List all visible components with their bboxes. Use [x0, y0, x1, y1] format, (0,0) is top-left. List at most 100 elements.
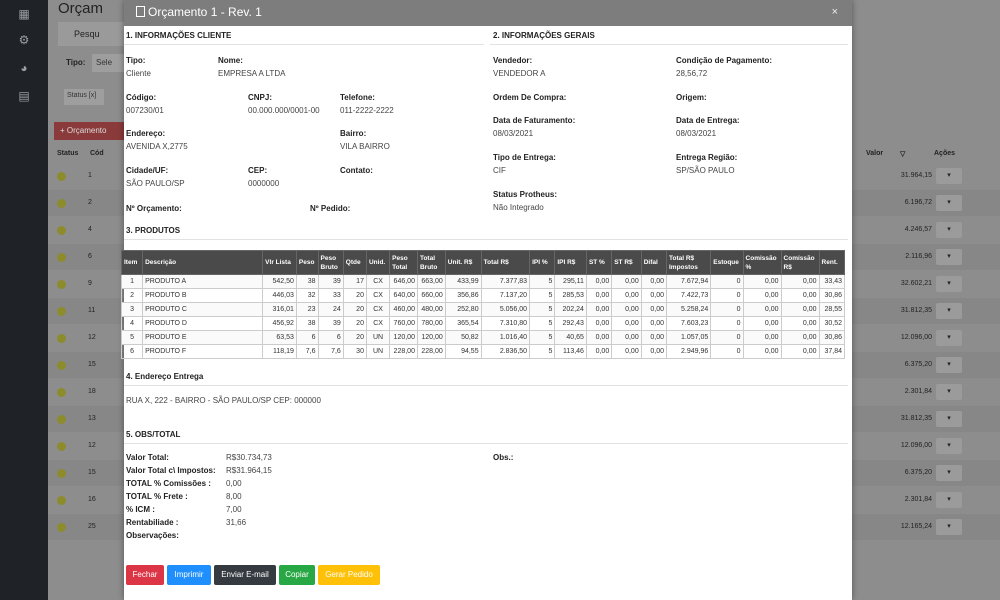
- actions-dropdown-icon[interactable]: ▾: [936, 384, 962, 400]
- gears-icon[interactable]: ⚙: [16, 32, 32, 48]
- table-cell: 5: [120, 330, 144, 345]
- table-cell: 446,03: [262, 288, 297, 303]
- endereco-entrega-value: RUA X, 222 - BAIRRO - SÃO PAULO/SP CEP: …: [126, 396, 321, 405]
- table-cell: 20: [342, 288, 367, 303]
- valor-impostos-label: Valor Total c\ Impostos:: [126, 466, 216, 475]
- actions-dropdown-icon[interactable]: ▾: [936, 168, 962, 184]
- imprimir-button[interactable]: Imprimir: [167, 565, 211, 585]
- frete-value: 8,00: [226, 492, 242, 501]
- table-cell: PRODUTO E: [142, 330, 264, 345]
- table-cell: 2.949,96: [665, 344, 712, 359]
- table-cell: 5: [529, 316, 556, 331]
- actions-dropdown-icon[interactable]: ▾: [936, 357, 962, 373]
- table-cell: 39: [317, 274, 344, 289]
- col-acoes: Ações: [934, 150, 956, 157]
- table-cell: 6: [295, 330, 319, 345]
- tipo-entrega-label: Tipo de Entrega:: [493, 153, 556, 162]
- cnpj-label: CNPJ:: [248, 93, 273, 102]
- actions-dropdown-icon[interactable]: ▾: [936, 195, 962, 211]
- table-cell: 640,00: [389, 288, 418, 303]
- actions-dropdown-icon[interactable]: ▾: [936, 492, 962, 508]
- row-code: 12: [88, 442, 96, 449]
- status-dot: [57, 415, 66, 424]
- actions-dropdown-icon[interactable]: ▾: [936, 438, 962, 454]
- table-cell: 5: [529, 330, 556, 345]
- actions-dropdown-icon[interactable]: ▾: [936, 330, 962, 346]
- column-header: Descrição: [142, 250, 264, 275]
- search-tab[interactable]: Pesqu: [58, 22, 124, 46]
- divider: [124, 44, 484, 45]
- filter-icon[interactable]: ▽: [900, 150, 905, 158]
- table-cell: 7.310,80: [480, 316, 531, 331]
- tipo-select[interactable]: Sele: [92, 54, 124, 72]
- frete-label: TOTAL % Frete :: [126, 492, 188, 501]
- pie-chart-icon[interactable]: ◕: [16, 60, 32, 76]
- table-cell: 17: [342, 274, 367, 289]
- table-cell: 118,19: [262, 344, 297, 359]
- row-code: 25: [88, 523, 96, 530]
- status-chip[interactable]: Status [x]: [64, 89, 104, 105]
- cidade-value: SÃO PAULO/SP: [126, 179, 185, 188]
- table-cell: 0,00: [742, 274, 782, 289]
- table-cell: 460,00: [389, 302, 418, 317]
- new-orcamento-button[interactable]: + Orçamento: [54, 122, 124, 140]
- row-value: 12.096,00: [900, 334, 932, 341]
- close-icon[interactable]: ×: [832, 6, 838, 18]
- row-code: 12: [88, 334, 96, 341]
- table-cell: 0,00: [585, 288, 613, 303]
- column-header: Difal: [640, 250, 668, 275]
- comissoes-label: TOTAL % Comissões :: [126, 479, 211, 488]
- status-dot: [57, 253, 66, 262]
- table-cell: 760,00: [389, 316, 418, 331]
- actions-dropdown-icon[interactable]: ▾: [936, 411, 962, 427]
- clipboard-icon[interactable]: ▤: [16, 88, 32, 104]
- divider: [124, 443, 848, 444]
- enviar-email-button[interactable]: Enviar E-mail: [214, 565, 276, 585]
- row-code: 13: [88, 415, 96, 422]
- table-row: 3 PRODUTO C 316,01 23 24 20 CX 460,00 480,00 252,…: [120, 302, 846, 317]
- actions-dropdown-icon[interactable]: ▾: [936, 249, 962, 265]
- copiar-button[interactable]: Copiar: [279, 565, 315, 585]
- table-cell: 23: [295, 302, 319, 317]
- actions-dropdown-icon[interactable]: ▾: [936, 303, 962, 319]
- table-cell: PRODUTO A: [142, 274, 264, 289]
- actions-dropdown-icon[interactable]: ▾: [936, 222, 962, 238]
- gerar-pedido-button[interactable]: Gerar Pedido: [318, 565, 380, 585]
- grid-icon[interactable]: ▦: [16, 6, 32, 22]
- status-dot: [57, 307, 66, 316]
- vendedor-value: VENDEDOR A: [493, 69, 546, 78]
- table-cell: 0,00: [611, 344, 642, 359]
- section-produtos: 3. PRODUTOS: [126, 226, 181, 235]
- table-cell: 5: [529, 274, 556, 289]
- row-value: 2.301,84: [904, 388, 932, 395]
- faturamento-label: Data de Faturamento:: [493, 116, 576, 125]
- table-cell: 456,92: [262, 316, 297, 331]
- condicao-label: Condição de Pagamento:: [676, 56, 773, 65]
- cep-value: 0000000: [248, 179, 280, 188]
- table-cell: 0: [710, 288, 744, 303]
- valor-total-label: Valor Total:: [126, 453, 169, 462]
- column-header: Item: [120, 250, 144, 275]
- table-cell: 0,00: [780, 274, 820, 289]
- actions-dropdown-icon[interactable]: ▾: [936, 465, 962, 481]
- modal-title: Orçamento 1 - Rev. 1: [148, 5, 262, 19]
- table-cell: PRODUTO F: [142, 344, 264, 359]
- table-cell: 0,00: [585, 316, 613, 331]
- table-cell: 780,00: [416, 316, 446, 331]
- nome-value: EMPRESA A LTDA: [218, 69, 286, 78]
- origem-label: Origem:: [676, 93, 707, 102]
- section-endereco-entrega: 4. Endereço Entrega: [126, 372, 204, 381]
- column-header: Peso Bruto: [317, 250, 344, 275]
- actions-dropdown-icon[interactable]: ▾: [936, 519, 962, 535]
- table-cell: 228,00: [389, 344, 418, 359]
- table-cell: 0,00: [640, 274, 668, 289]
- table-cell: 7,6: [295, 344, 319, 359]
- fechar-button[interactable]: Fechar: [126, 565, 164, 585]
- table-cell: 7.422,73: [665, 288, 712, 303]
- table-cell: 28,55: [818, 302, 846, 317]
- table-cell: 0,00: [742, 302, 782, 317]
- table-cell: 7.672,94: [665, 274, 712, 289]
- actions-dropdown-icon[interactable]: ▾: [936, 276, 962, 292]
- row-value: 31.812,35: [900, 307, 932, 314]
- table-cell: 295,11: [554, 274, 587, 289]
